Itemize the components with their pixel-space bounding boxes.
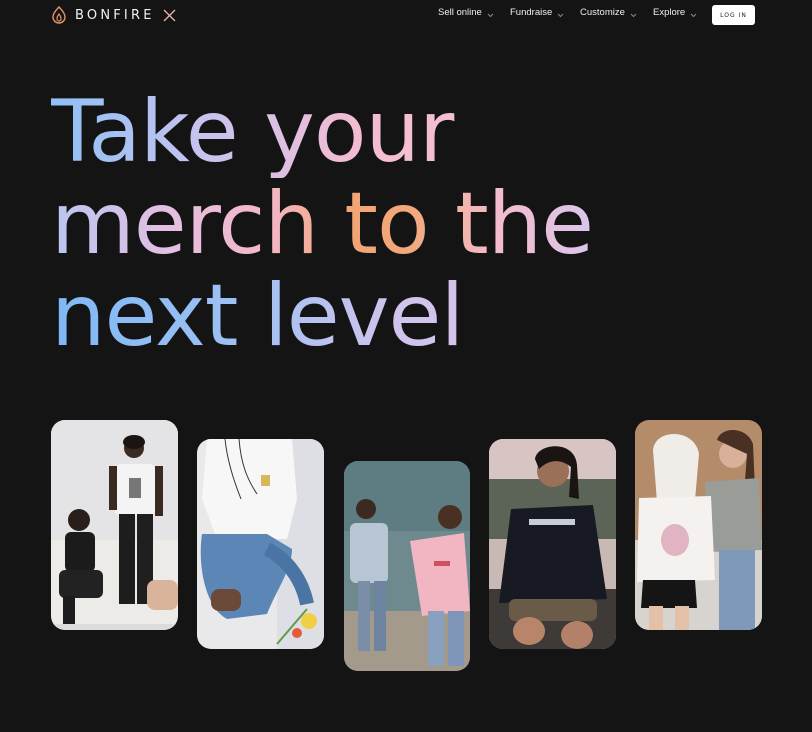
photo-group-studio xyxy=(51,420,178,630)
brand-name: BONFIRE xyxy=(75,7,155,23)
x-icon xyxy=(163,9,176,21)
nav-fundraise[interactable]: Fundraise xyxy=(510,7,570,19)
photo-tee-closeup xyxy=(197,439,324,649)
photo-hoodie-friends xyxy=(635,420,762,630)
nav-customize[interactable]: Customize xyxy=(580,7,640,19)
nav-label: Fundraise xyxy=(510,7,553,18)
nav-label: Sell online xyxy=(438,7,482,18)
chevron-down-icon xyxy=(630,13,637,18)
hero-heading: Take your merch to the next level xyxy=(51,86,671,362)
login-button[interactable]: LOG IN xyxy=(712,5,755,25)
photo-black-sweatshirt xyxy=(489,439,616,649)
hero-line-1: Take your xyxy=(51,86,671,178)
chevron-down-icon xyxy=(690,13,697,18)
nav-label: Explore xyxy=(653,7,686,18)
photo-pink-sweatshirt-friends xyxy=(344,461,470,671)
chevron-down-icon xyxy=(487,13,494,18)
top-navigation-bar: BONFIRE Sell online Fundraise Customize … xyxy=(0,0,812,30)
hero-line-2: merch to the xyxy=(51,178,671,270)
chevron-down-icon xyxy=(557,13,564,18)
flame-icon xyxy=(52,6,66,24)
nav-explore[interactable]: Explore xyxy=(653,7,703,19)
nav-label: Customize xyxy=(580,7,625,18)
hero-line-3: next level xyxy=(51,270,671,362)
brand-logo[interactable]: BONFIRE xyxy=(51,6,176,24)
nav-sell-online[interactable]: Sell online xyxy=(438,7,498,19)
